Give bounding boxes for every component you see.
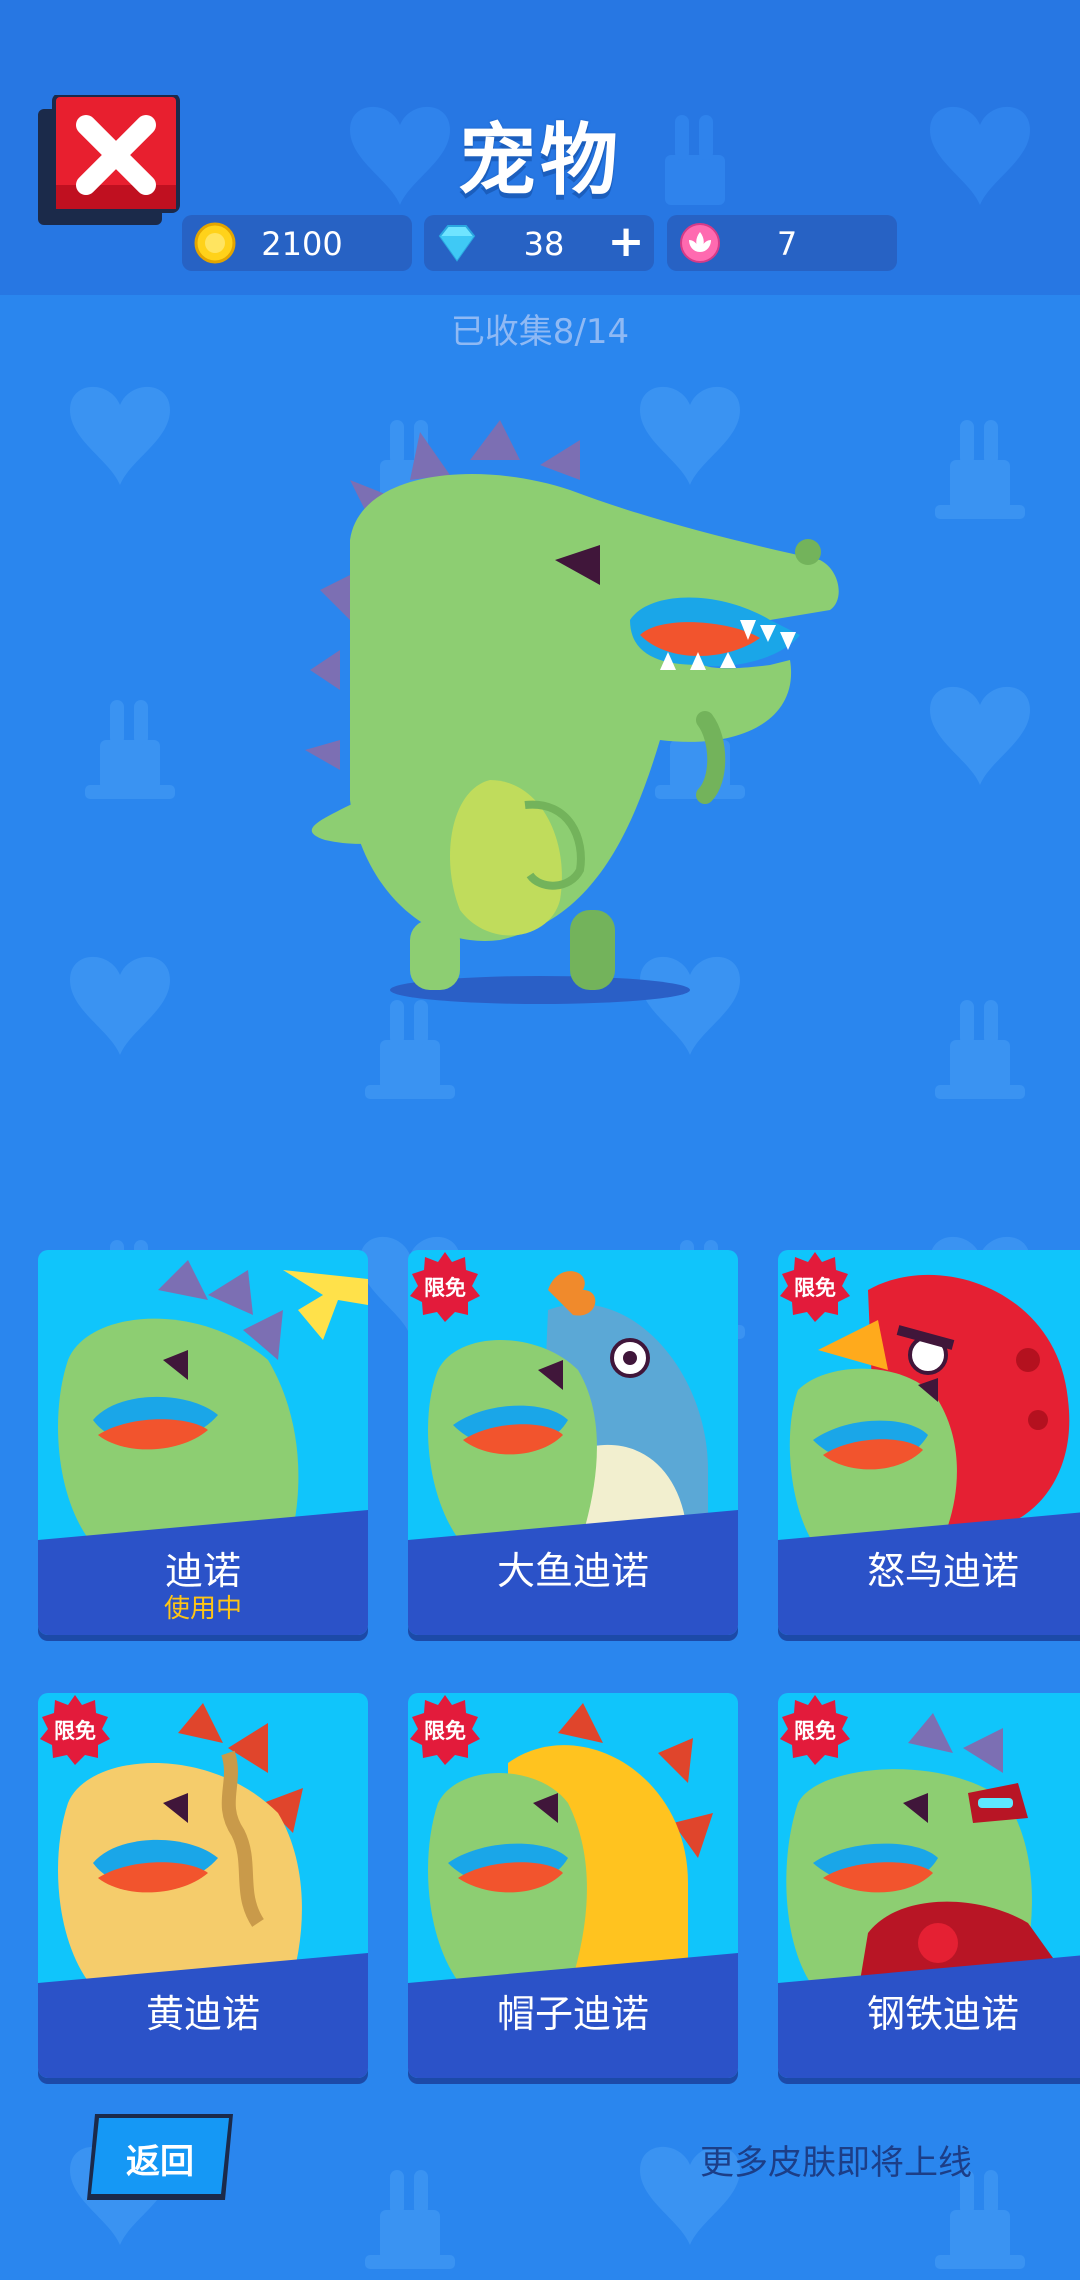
in-use-label: 使用中	[163, 1594, 242, 1624]
diamond-value: 38	[523, 225, 565, 263]
pet-name: 黄迪诺	[145, 1992, 260, 2036]
page-title: 宠物	[457, 116, 622, 206]
add-diamond-button[interactable]: +	[606, 219, 646, 265]
gold-coin-icon	[194, 222, 236, 264]
top-bar: 宠物 2100 38 + 7	[0, 0, 1080, 295]
pet-name: 帽子迪诺	[496, 1992, 649, 2036]
selected-pet-dino	[305, 420, 839, 1004]
more-skins-coming-text: 更多皮肤即将上线	[700, 2143, 972, 2183]
pet-name: 迪诺	[164, 1549, 241, 1593]
pet-name: 大鱼迪诺	[496, 1549, 649, 1593]
badge-label: 限免	[424, 1719, 466, 1743]
badge-label: 限免	[424, 1276, 466, 1300]
limited-free-badge: 限免	[410, 1252, 480, 1322]
badge-label: 限免	[54, 1719, 96, 1743]
badge-label: 限免	[794, 1276, 836, 1300]
diamond-icon	[438, 225, 476, 262]
lotus-token-counter: 7	[667, 215, 897, 271]
limited-free-badge: 限免	[780, 1252, 850, 1322]
badge-label: 限免	[794, 1719, 836, 1743]
diamond-counter: 38 +	[424, 215, 654, 271]
pet-card-iron-dino[interactable]: 限免 钢铁迪诺	[778, 1693, 1080, 2078]
gold-coin-value: 2100	[261, 225, 343, 263]
gold-coin-counter: 2100	[182, 215, 412, 271]
back-button-label: 返回	[126, 2142, 194, 2182]
pet-name: 钢铁迪诺	[866, 1992, 1019, 2036]
collection-progress: 已收集8/14	[450, 312, 630, 352]
limited-free-badge: 限免	[410, 1695, 480, 1765]
limited-free-badge: 限免	[780, 1695, 850, 1765]
lotus-token-value: 7	[776, 225, 798, 263]
pet-card-yellow-dino[interactable]: 限免 黄迪诺	[38, 1693, 368, 2078]
lotus-token-icon	[680, 223, 720, 263]
pet-card-dino[interactable]: 迪诺 使用中	[38, 1250, 368, 1635]
pet-name: 怒鸟迪诺	[866, 1549, 1019, 1593]
back-button[interactable]: 返回	[85, 2112, 235, 2202]
pet-card-angry-bird-dino[interactable]: 限免 怒鸟迪诺	[778, 1250, 1080, 1635]
limited-free-badge: 限免	[40, 1695, 110, 1765]
pet-card-hat-dino[interactable]: 限免 帽子迪诺	[408, 1693, 738, 2078]
pet-card-big-fish-dino[interactable]: 限免 大鱼迪诺	[408, 1250, 738, 1635]
